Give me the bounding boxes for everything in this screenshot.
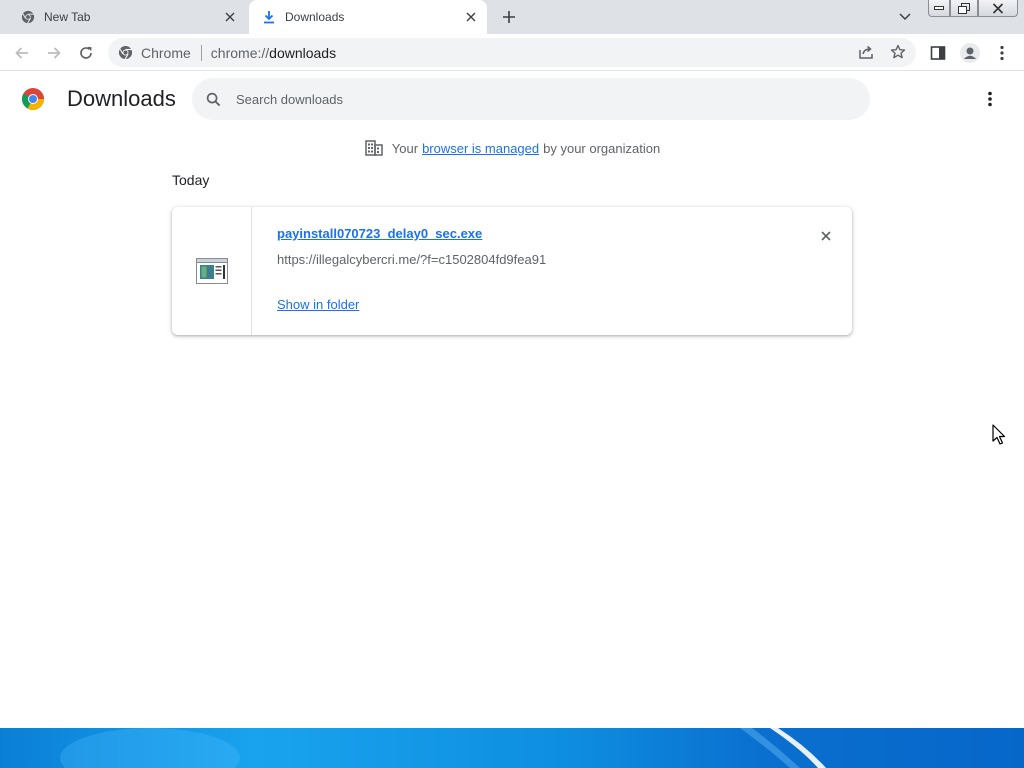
site-chip[interactable]: Chrome: [108, 45, 191, 61]
tab-search-button[interactable]: [896, 8, 914, 26]
back-button[interactable]: [10, 41, 34, 65]
divider: [200, 44, 202, 61]
download-source-url: https://illegalcybercri.me/?f=c1502804fd…: [277, 252, 547, 267]
browser-managed-link[interactable]: browser is managed: [422, 141, 539, 156]
show-in-folder-link[interactable]: Show in folder: [277, 297, 359, 312]
url-host: downloads: [269, 44, 337, 61]
side-panel-icon: [930, 46, 946, 60]
close-icon[interactable]: [463, 9, 479, 25]
reload-button[interactable]: [74, 41, 98, 65]
downloads-header: Downloads: [0, 72, 1024, 128]
url-text: chrome://downloads: [211, 45, 336, 61]
managed-notice: Your browser is managed by your organiza…: [0, 138, 1024, 158]
tab-new-tab[interactable]: New Tab: [0, 0, 246, 34]
more-vertical-icon: [988, 91, 992, 107]
download-item: payinstall070723_delay0_sec.exe https://…: [172, 207, 852, 335]
managed-suffix: by your organization: [543, 140, 661, 156]
forward-button[interactable]: [42, 41, 66, 65]
close-icon: [992, 2, 1004, 14]
plus-icon: [503, 11, 515, 23]
minimize-button[interactable]: [928, 0, 950, 17]
executable-file-icon: [195, 258, 228, 284]
profile-button[interactable]: [958, 41, 982, 65]
building-icon: [364, 138, 384, 158]
address-bar[interactable]: Chrome chrome://downloads: [108, 38, 916, 67]
chevron-down-icon: [899, 13, 911, 21]
browser-menu-button[interactable]: [990, 41, 1014, 65]
window-close-button[interactable]: [978, 0, 1018, 17]
minimize-icon: [934, 6, 944, 10]
search-icon: [204, 90, 222, 108]
new-tab-button[interactable]: [498, 7, 520, 27]
page-title: Downloads: [67, 86, 176, 111]
avatar-icon: [960, 43, 980, 63]
file-icon-column: [172, 207, 252, 335]
browser-toolbar: Chrome chrome://downloads: [0, 34, 1024, 71]
chrome-icon: [118, 45, 133, 60]
search-input[interactable]: [236, 91, 836, 107]
downloads-menu-button[interactable]: [978, 87, 1002, 111]
tab-downloads[interactable]: Downloads: [249, 0, 487, 34]
chrome-icon: [20, 9, 36, 25]
site-chip-label: Chrome: [141, 44, 191, 61]
restore-icon: [958, 2, 970, 14]
wallpaper-streak: [60, 728, 826, 768]
bookmark-button[interactable]: [887, 41, 909, 63]
download-icon: [261, 9, 277, 25]
search-downloads-box[interactable]: [192, 78, 870, 120]
more-vertical-icon: [1000, 45, 1004, 61]
close-icon[interactable]: [222, 9, 238, 25]
date-group-header: Today: [172, 172, 210, 188]
tab-title: Downloads: [285, 10, 345, 24]
reload-icon: [80, 46, 92, 59]
mouse-cursor-icon: [992, 424, 1006, 445]
download-file-name-link[interactable]: payinstall070723_delay0_sec.exe: [277, 226, 482, 241]
share-button[interactable]: [855, 41, 877, 63]
arrow-left-icon: [15, 47, 28, 59]
side-panel-button[interactable]: [926, 41, 950, 65]
remove-download-button[interactable]: [815, 225, 837, 247]
share-icon: [859, 45, 873, 59]
restore-button[interactable]: [950, 0, 978, 17]
tab-title: New Tab: [44, 10, 91, 24]
close-icon: [821, 231, 831, 241]
desktop-background: [0, 728, 1024, 768]
managed-prefix: Your: [391, 140, 419, 156]
chrome-logo-icon: [22, 88, 44, 110]
star-icon: [890, 44, 906, 59]
arrow-right-icon: [48, 47, 61, 59]
url-scheme: chrome://: [210, 44, 270, 61]
tab-strip: New Tab Downloads: [0, 0, 1024, 34]
